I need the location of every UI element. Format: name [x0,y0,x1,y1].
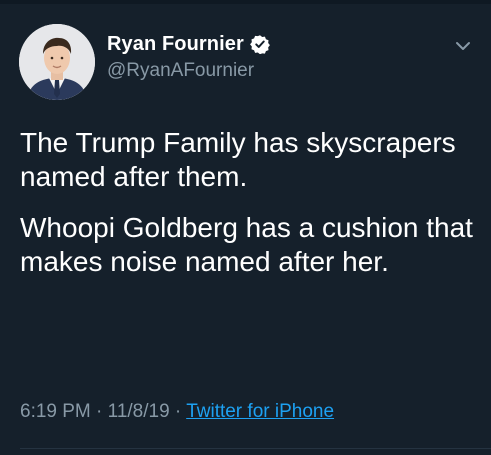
verified-badge-icon [249,34,270,55]
tweet-text: The Trump Family has skyscrapers named a… [20,126,475,279]
tweet-card: Ryan Fournier @RyanAFournier The Trump F… [0,0,491,455]
avatar[interactable] [19,24,95,100]
tweet-meta: 6:19 PM · 11/8/19 · Twitter for iPhone [20,401,334,423]
name-row: Ryan Fournier [107,32,270,56]
tweet-time[interactable]: 6:19 PM [20,401,91,422]
top-edge [0,0,491,4]
user-info: Ryan Fournier @RyanAFournier [107,32,270,82]
tweet-paragraph-2: Whoopi Goldberg has a cushion that makes… [20,212,473,277]
avatar-photo [19,24,95,100]
tweet-date[interactable]: 11/8/19 [108,401,170,422]
chevron-down-icon[interactable] [453,36,473,56]
display-name[interactable]: Ryan Fournier [107,33,244,56]
user-handle[interactable]: @RyanAFournier [107,60,270,82]
tweet-source-link[interactable]: Twitter for iPhone [186,401,334,422]
meta-separator-2: · [174,401,182,422]
divider [20,448,491,449]
tweet-paragraph-1: The Trump Family has skyscrapers named a… [20,127,456,192]
meta-separator: · [96,401,103,422]
